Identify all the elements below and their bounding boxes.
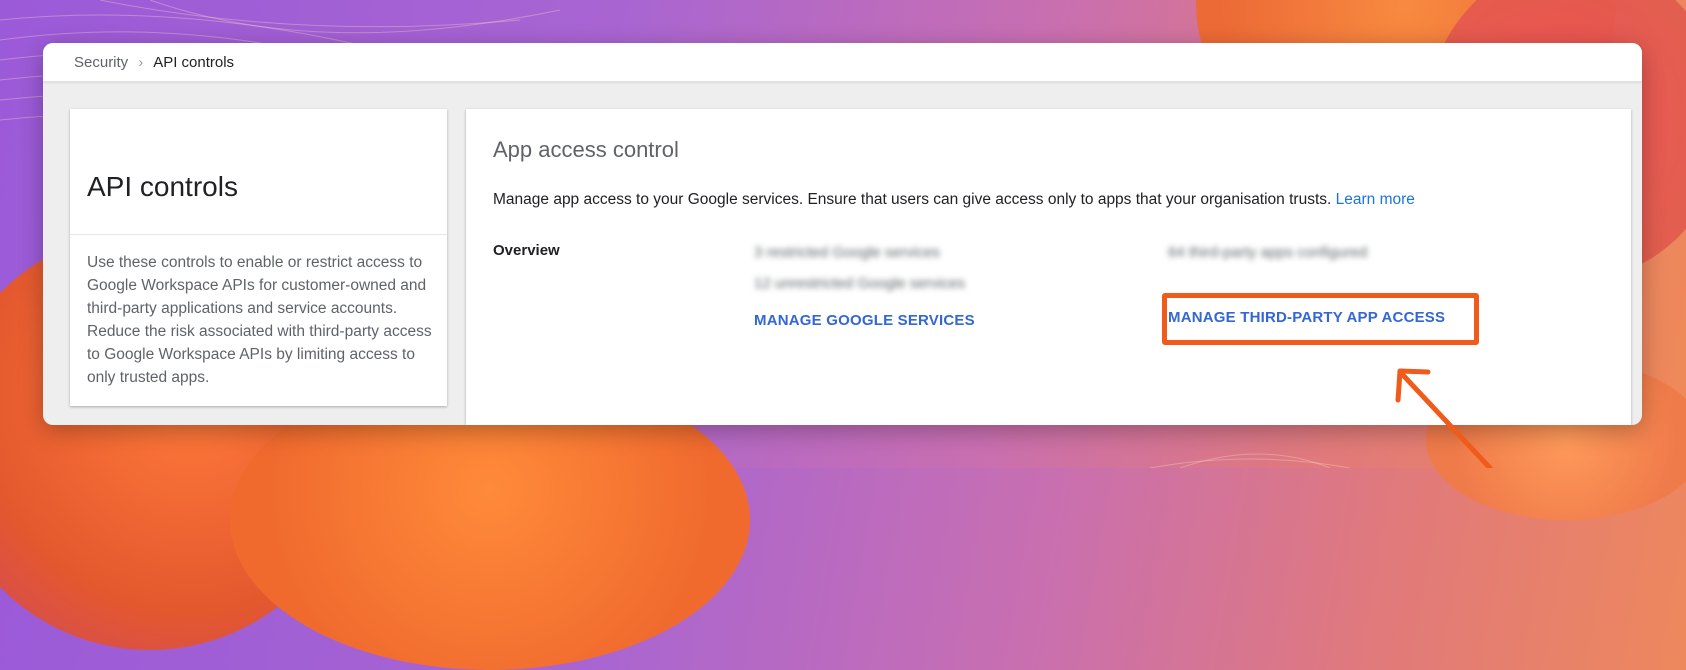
- learn-more-link[interactable]: Learn more: [1336, 191, 1415, 208]
- card-header: API controls: [70, 109, 447, 235]
- breadcrumb-security-link[interactable]: Security: [74, 54, 128, 71]
- third-party-apps-count: 64 third-party apps configured: [1168, 244, 1368, 261]
- unrestricted-services-count: 12 unrestricted Google services: [754, 275, 965, 292]
- chevron-right-icon: ›: [138, 53, 144, 71]
- page-description: Use these controls to enable or restrict…: [87, 254, 432, 386]
- section-intro: Manage app access to your Google service…: [493, 191, 1415, 209]
- arrow-annotation-icon: [1395, 368, 1493, 468]
- breadcrumb: Security › API controls: [43, 43, 1642, 82]
- overview-label: Overview: [493, 242, 560, 259]
- manage-google-services-button[interactable]: MANAGE GOOGLE SERVICES: [754, 312, 975, 329]
- api-controls-info-card: API controls Use these controls to enabl…: [70, 109, 447, 406]
- section-title: App access control: [493, 137, 679, 162]
- page-title: API controls: [87, 171, 238, 202]
- highlight-annotation: [1162, 293, 1479, 345]
- restricted-services-count: 3 restricted Google services: [754, 244, 940, 261]
- breadcrumb-current: API controls: [153, 53, 235, 71]
- intro-text: Manage app access to your Google service…: [493, 191, 1332, 208]
